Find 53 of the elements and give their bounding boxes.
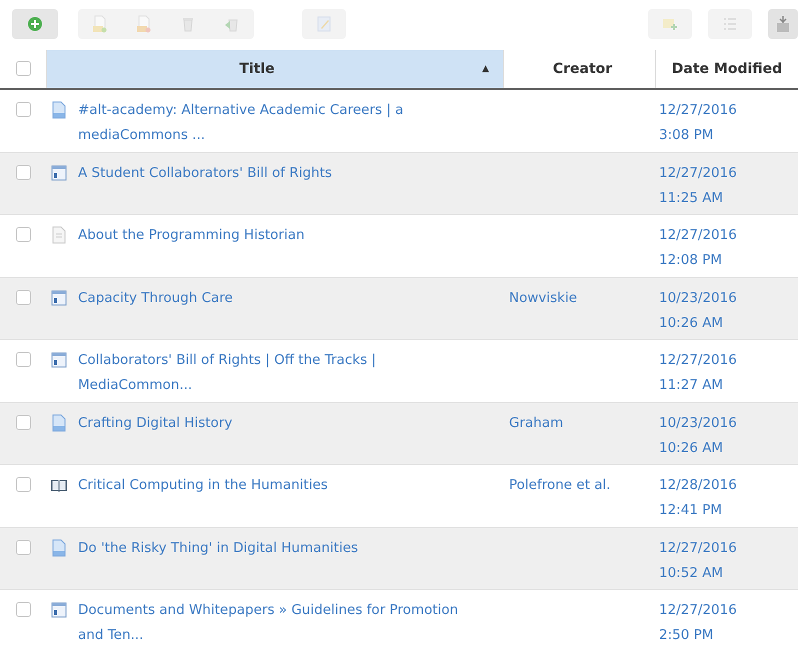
page-icon xyxy=(50,101,68,119)
item-title: A Student Collaborators' Bill of Rights xyxy=(78,164,332,182)
item-creator: Polefrone et al. xyxy=(509,477,611,493)
row-checkbox[interactable] xyxy=(16,164,30,180)
modified-date: 12/27/2016 xyxy=(659,538,737,558)
item-title: Capacity Through Care xyxy=(78,288,233,308)
item-title: About the Programming Historian xyxy=(78,226,305,245)
window-icon xyxy=(50,288,68,306)
item-title: #alt-academy: Alternative Academic Careers | a mediaCommons ... xyxy=(78,101,404,145)
modified-date: 12/28/2016 xyxy=(659,476,737,495)
row-checkbox[interactable] xyxy=(16,290,30,304)
document-icon xyxy=(50,226,68,244)
modified-time: 10:52 AM xyxy=(659,564,724,582)
modified-time: 3:08 PM xyxy=(659,126,714,145)
row-checkbox[interactable] xyxy=(16,352,30,367)
row-checkbox[interactable] xyxy=(16,102,30,117)
modified-time: 12:08 PM xyxy=(659,251,722,270)
item-title: Collaborators' Bill of Rights | Off the Tracks | MediaCommon... xyxy=(78,351,377,395)
modified-time: 10:26 AM xyxy=(659,314,724,332)
modified-time: 12:41 PM xyxy=(659,501,722,520)
modified-date: 12/27/2016 xyxy=(659,101,737,120)
row-checkbox[interactable] xyxy=(16,227,30,242)
item-title: Critical Computing in the Humanities xyxy=(78,476,328,495)
modified-date: 12/27/2016 xyxy=(659,601,737,620)
column-header[interactable]: Title ▲ xyxy=(46,50,503,88)
window-icon xyxy=(50,164,68,182)
column-header[interactable]: Date Modified xyxy=(655,50,798,88)
window-icon xyxy=(50,601,68,619)
row-checkbox[interactable] xyxy=(16,602,30,617)
modified-time: 11:27 AM xyxy=(659,376,724,395)
row-checkbox[interactable] xyxy=(16,540,30,554)
modified-time: 2:50 PM xyxy=(659,626,714,645)
row-checkbox[interactable] xyxy=(16,414,30,430)
item-title: Crafting Digital History xyxy=(78,414,232,432)
item-title: Documents and Whitepapers » Guidelines for Promotion and Ten... xyxy=(78,601,460,645)
window-icon xyxy=(50,351,68,369)
item-title: Do 'the Risky Thing' in Digital Humanities xyxy=(78,538,358,558)
sort-arrow: ▲ xyxy=(482,64,489,74)
modified-date: 10/23/2016 xyxy=(659,288,737,308)
item-creator: Graham xyxy=(509,414,564,430)
item-creator: Nowviskie xyxy=(509,290,578,306)
modified-date: 12/27/2016 xyxy=(659,226,737,245)
row-checkbox[interactable] xyxy=(16,477,30,492)
modified-date: 10/23/2016 xyxy=(659,414,737,432)
page-icon xyxy=(50,538,68,556)
select-all-checkbox[interactable] xyxy=(16,61,30,76)
column-header[interactable]: Creator xyxy=(503,50,655,88)
modified-date: 12/27/2016 xyxy=(659,351,737,370)
page-icon xyxy=(50,414,68,432)
modified-date: 12/27/2016 xyxy=(659,164,737,182)
modified-time: 11:25 AM xyxy=(659,188,724,208)
modified-time: 10:26 AM xyxy=(659,438,724,458)
plus-icon xyxy=(25,14,45,34)
